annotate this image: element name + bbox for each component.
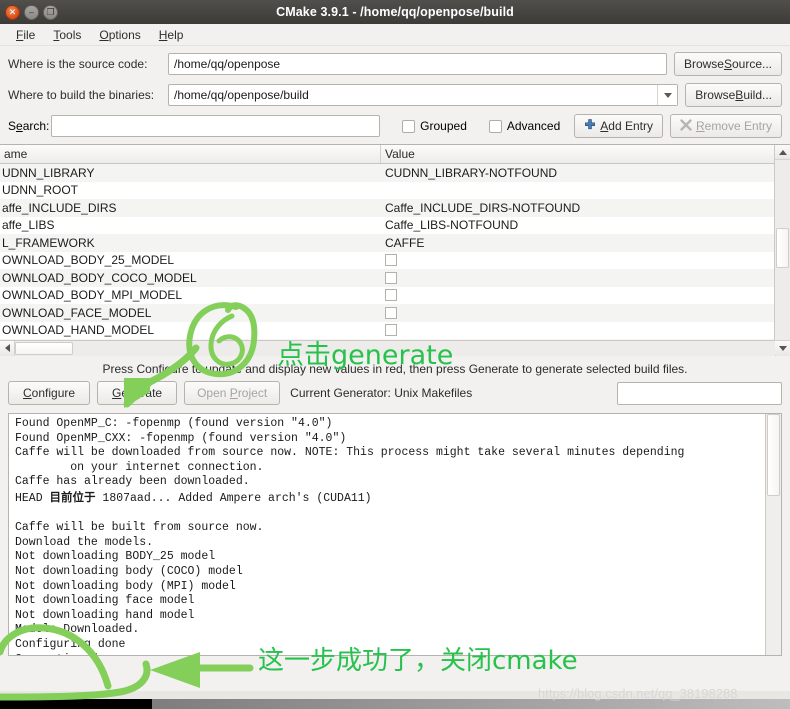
arrow-to-generate-line xyxy=(146,344,200,386)
annotation-overlay xyxy=(0,302,258,701)
highlight-loop-left xyxy=(0,624,112,690)
digit-six-annotation xyxy=(208,313,245,367)
highlight-loop-bottom xyxy=(0,660,151,701)
arrow-to-log-head xyxy=(150,652,200,688)
